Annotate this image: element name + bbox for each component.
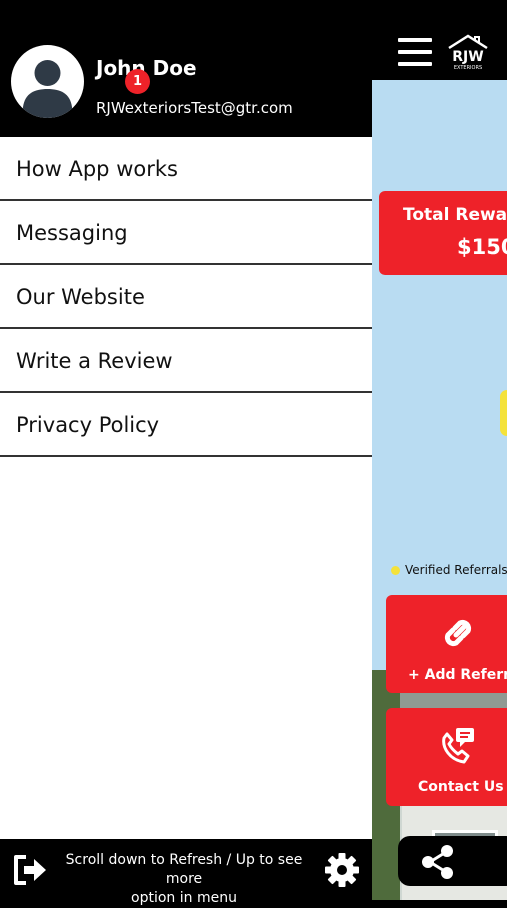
gear-icon[interactable] — [323, 851, 361, 889]
share-icon — [422, 845, 453, 879]
drawer-menu: How App works Messaging Our Website Writ… — [0, 137, 372, 457]
menu-item-label: Our Website — [16, 285, 145, 309]
share-button[interactable] — [398, 836, 507, 886]
menu-item-how-app-works[interactable]: How App works — [0, 137, 372, 201]
svg-text:RJW: RJW — [452, 49, 483, 65]
menu-item-label: Privacy Policy — [16, 413, 160, 437]
rewards-title: Total Rewar — [403, 205, 507, 225]
refresh-hint-line-2: option in menu — [131, 890, 237, 906]
messaging-unread-badge: 1 — [125, 69, 150, 94]
user-silhouette-icon — [23, 60, 72, 118]
svg-text:EXTERIORS: EXTERIORS — [454, 65, 482, 71]
menu-item-label: How App works — [16, 157, 178, 181]
avatar[interactable] — [11, 45, 84, 118]
menu-item-write-a-review[interactable]: Write a Review — [0, 329, 372, 393]
total-rewards-card: Total Rewar $150 — [379, 191, 507, 275]
add-referral-label: + Add Referra — [408, 667, 507, 683]
menu-item-label: Write a Review — [16, 349, 173, 373]
chart-legend: Verified Referrals — [391, 563, 507, 577]
contact-us-button[interactable]: Contact Us — [386, 708, 507, 806]
rewards-value: $150 — [457, 235, 507, 259]
menu-item-label: Messaging — [16, 221, 128, 245]
user-email: RJWexteriorsTest@gtr.com — [96, 99, 293, 117]
menu-item-messaging[interactable]: Messaging — [0, 201, 372, 265]
legend-label: Verified Referrals — [405, 563, 507, 577]
legend-dot-icon — [391, 566, 400, 575]
hamburger-menu-icon[interactable] — [398, 38, 432, 66]
side-drawer: John Doe RJWexteriorsTest@gtr.com How Ap… — [0, 0, 372, 906]
drawer-header: John Doe RJWexteriorsTest@gtr.com — [0, 0, 372, 137]
rjw-logo: RJW EXTERIORS — [445, 34, 491, 72]
logout-icon[interactable] — [12, 853, 50, 887]
menu-item-our-website[interactable]: Our Website — [0, 265, 372, 329]
contact-us-label: Contact Us — [418, 779, 504, 795]
add-referral-button[interactable]: + Add Referra — [386, 595, 507, 693]
refresh-hint: Scroll down to Refresh / Up to see more … — [50, 851, 318, 908]
drawer-footer: Scroll down to Refresh / Up to see more … — [0, 839, 372, 906]
referral-chart-segment — [500, 390, 507, 436]
refresh-hint-line-1: Scroll down to Refresh / Up to see more — [65, 852, 303, 887]
phone-chat-icon — [442, 728, 474, 764]
link-icon — [444, 619, 472, 647]
menu-item-privacy-policy[interactable]: Privacy Policy — [0, 393, 372, 457]
